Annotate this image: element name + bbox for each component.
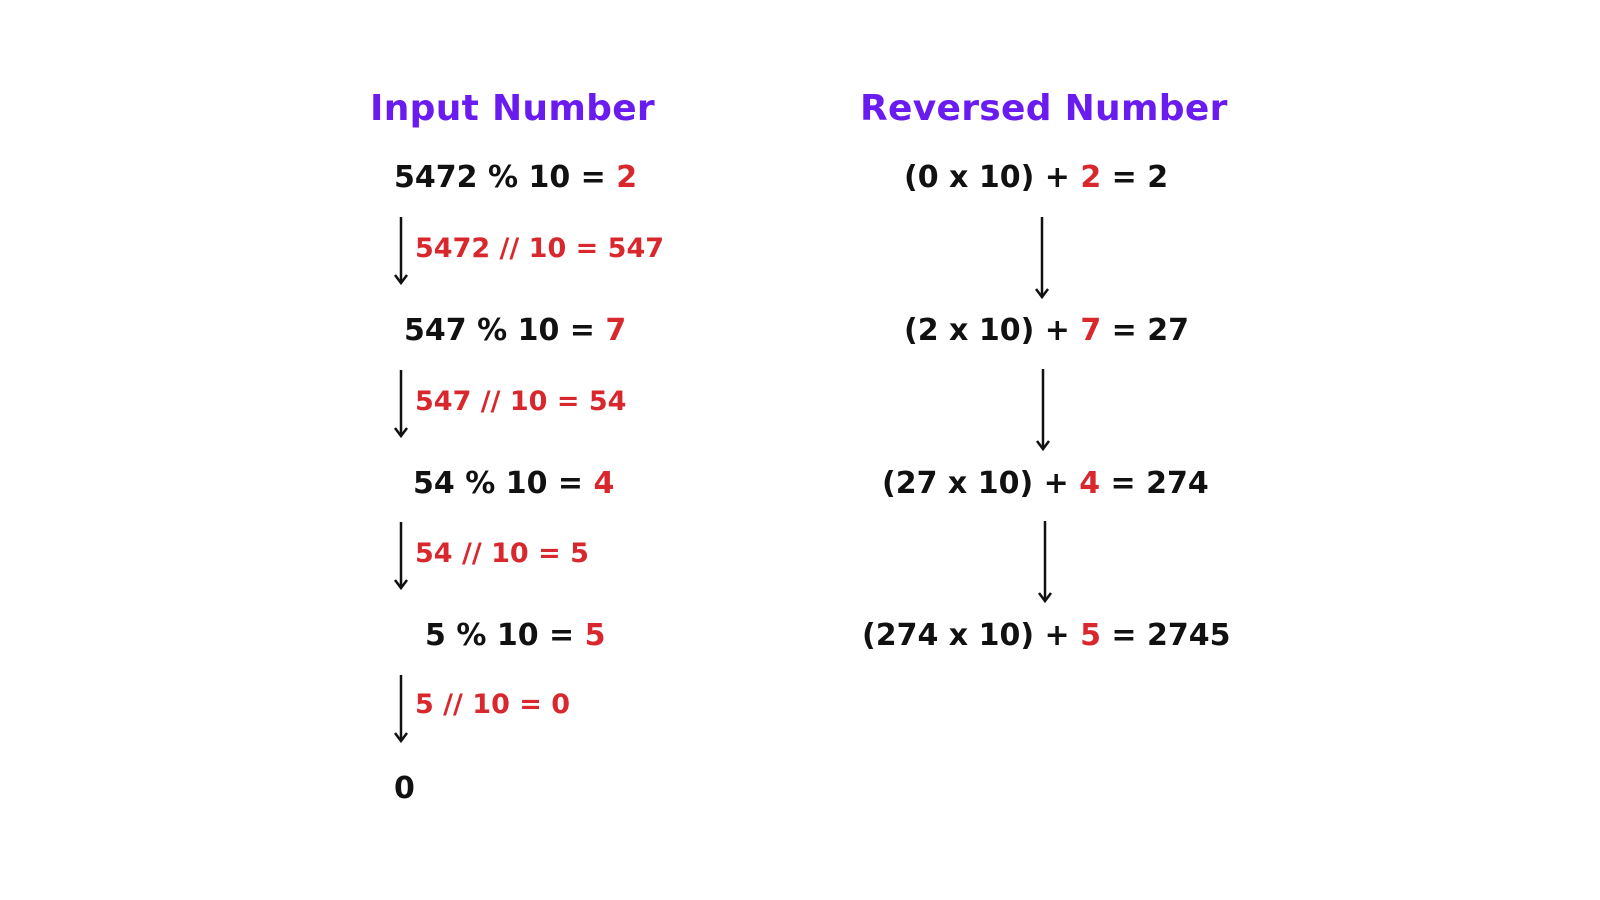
reverse-result: = 2 (1101, 160, 1169, 195)
extracted-digit: 4 (593, 466, 615, 501)
reverse-result: = 27 (1101, 313, 1189, 348)
added-digit: 4 (1079, 466, 1101, 501)
reverse-expr: (27 x 10) + (882, 466, 1080, 501)
modulo-step-2: 547 % 10 = 7 (404, 313, 626, 348)
reverse-result: = 2745 (1100, 618, 1231, 653)
reverse-step-2: (2 x 10) + 7 = 27 (904, 313, 1189, 348)
modulo-expr: 54 % 10 = (413, 466, 594, 501)
modulo-step-1: 5472 % 10 = 2 (394, 160, 637, 195)
reverse-expr: (0 x 10) + (904, 160, 1081, 195)
modulo-expr: 5472 % 10 = (394, 160, 617, 195)
reverse-result: = 274 (1100, 466, 1209, 501)
division-step-1: 5472 // 10 = 547 (415, 233, 665, 264)
reverse-step-4: (274 x 10) + 5 = 2745 (862, 618, 1230, 653)
modulo-step-4: 5 % 10 = 5 (425, 618, 605, 653)
division-step-2: 547 // 10 = 54 (415, 386, 627, 417)
down-arrow-icon (1035, 217, 1049, 301)
extracted-digit: 7 (605, 313, 627, 348)
added-digit: 5 (1080, 618, 1101, 653)
reverse-expr: (274 x 10) + (862, 618, 1081, 653)
extracted-digit: 5 (584, 618, 606, 653)
reverse-step-3: (27 x 10) + 4 = 274 (882, 466, 1209, 501)
final-quotient: 0 (394, 771, 415, 806)
division-step-4: 5 // 10 = 0 (415, 689, 571, 720)
division-step-3: 54 // 10 = 5 (415, 538, 589, 569)
reverse-step-1: (0 x 10) + 2 = 2 (904, 160, 1168, 195)
modulo-expr: 547 % 10 = (404, 313, 606, 348)
added-digit: 7 (1080, 313, 1102, 348)
modulo-expr: 5 % 10 = (425, 618, 585, 653)
reverse-expr: (2 x 10) + (904, 313, 1081, 348)
reversed-number-title: Reversed Number (860, 88, 1228, 129)
down-arrow-icon (1036, 369, 1050, 453)
extracted-digit: 2 (616, 160, 638, 195)
added-digit: 2 (1080, 160, 1102, 195)
down-arrow-icon (394, 522, 408, 592)
modulo-step-3: 54 % 10 = 4 (413, 466, 614, 501)
down-arrow-icon (1038, 521, 1052, 605)
down-arrow-icon (394, 370, 408, 440)
input-number-title: Input Number (370, 88, 655, 129)
down-arrow-icon (394, 675, 408, 745)
down-arrow-icon (394, 217, 408, 287)
